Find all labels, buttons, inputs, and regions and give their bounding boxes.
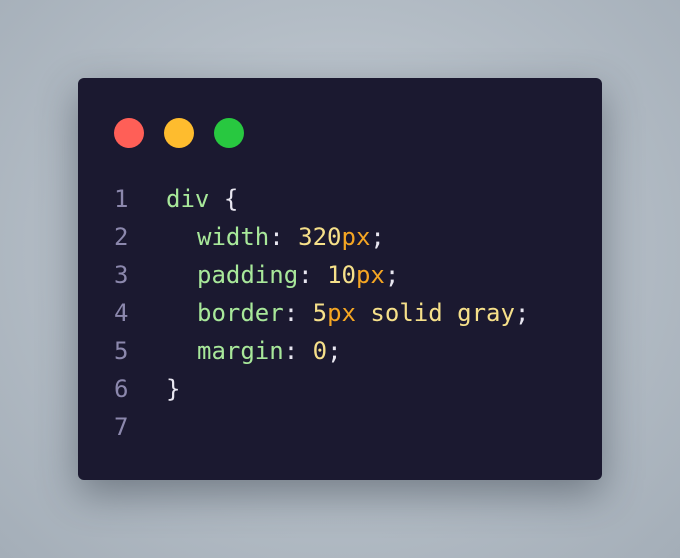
code-token: { xyxy=(223,185,239,213)
line-number: 4 xyxy=(114,299,129,327)
code-token: 5 xyxy=(312,299,328,327)
code-window: 1 div {2 width: 320px; 3 padding: 10px; 4 bord… xyxy=(78,78,602,480)
code-line: 4 border: 5px solid gray; xyxy=(78,294,602,332)
code-line: 6} xyxy=(78,370,602,408)
code-token: ; xyxy=(384,261,400,289)
code-token: px xyxy=(327,299,356,327)
code-token: : xyxy=(269,223,299,251)
code-token: ; xyxy=(370,223,385,251)
code-token: ; xyxy=(514,299,530,327)
code-token: : xyxy=(298,261,328,289)
code-text: border: 5px solid gray; xyxy=(166,294,529,332)
code-token: margin xyxy=(197,337,284,365)
code-line: 5 margin: 0; xyxy=(78,332,602,370)
line-number: 5 xyxy=(114,337,129,365)
code-text: width: 320px; xyxy=(166,218,385,256)
code-token: 10 xyxy=(327,261,356,289)
line-number: 2 xyxy=(114,223,129,251)
code-token: width xyxy=(197,223,270,251)
code-token: : xyxy=(283,337,313,365)
code-token: 0 xyxy=(312,337,328,365)
close-dot-icon[interactable] xyxy=(114,118,144,148)
code-token: solid gray xyxy=(355,299,515,327)
code-line: 2 width: 320px; xyxy=(78,218,602,256)
code-block: 1 div {2 width: 320px; 3 padding: 10px; 4 bord… xyxy=(78,180,602,446)
code-text: margin: 0; xyxy=(166,332,342,370)
code-token: : xyxy=(283,299,313,327)
code-token: px xyxy=(341,223,371,251)
code-token: div xyxy=(166,185,210,213)
code-token: px xyxy=(355,261,385,289)
line-number: 6 xyxy=(114,375,129,403)
minimize-dot-icon[interactable] xyxy=(164,118,194,148)
code-token: border xyxy=(197,299,284,327)
line-number: 1 xyxy=(114,185,129,213)
code-token: 320 xyxy=(298,223,342,251)
maximize-dot-icon[interactable] xyxy=(214,118,244,148)
code-text: } xyxy=(166,370,180,408)
code-text: padding: 10px; xyxy=(166,256,399,294)
code-line: 1 div { xyxy=(78,180,602,218)
line-number: 7 xyxy=(114,413,129,441)
line-number: 3 xyxy=(114,261,129,289)
code-token: ; xyxy=(327,337,342,365)
code-line: 3 padding: 10px; xyxy=(78,256,602,294)
code-token: padding xyxy=(197,261,299,289)
code-token: } xyxy=(166,375,181,403)
code-text: div { xyxy=(166,180,238,218)
code-line: 7 xyxy=(78,408,602,446)
